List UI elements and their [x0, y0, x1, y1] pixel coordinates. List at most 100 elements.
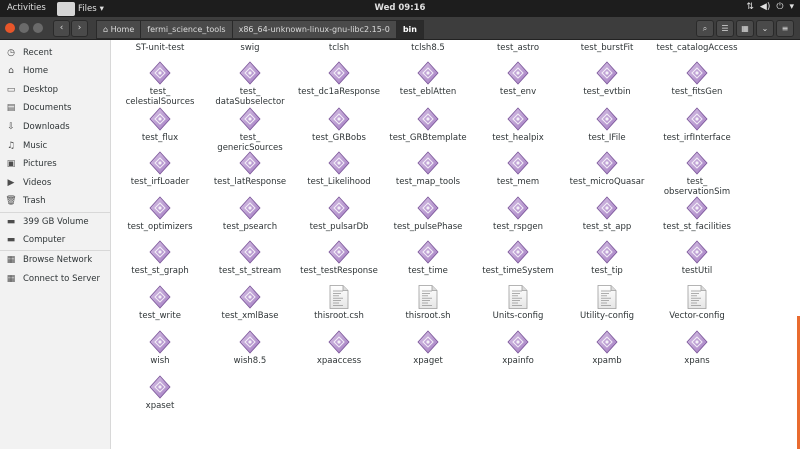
executable-icon — [328, 196, 350, 220]
file-label: test_timeSystem — [482, 266, 554, 276]
executable-icon — [239, 330, 261, 354]
file-icon-wrapper — [149, 375, 171, 399]
file-icon-wrapper — [507, 330, 529, 354]
breadcrumb-fermi-science-tools[interactable]: fermi_science_tools — [140, 20, 233, 39]
executable-icon — [507, 107, 529, 131]
file-icon-wrapper — [417, 61, 439, 85]
file-icon-wrapper — [686, 151, 708, 175]
documents-icon: ▤ — [6, 103, 16, 113]
file-icon-wrapper — [686, 330, 708, 354]
breadcrumb-home[interactable]: ⌂ Home — [96, 20, 142, 39]
sidebar-item-connect-to-server[interactable]: ▦ Connect to Server — [0, 270, 110, 288]
file-label: test_Likelihood — [307, 177, 371, 187]
file-label: wish — [150, 356, 170, 366]
file-icon-wrapper — [417, 107, 439, 131]
drive-icon: ▬ — [6, 217, 16, 227]
file-icon-wrapper — [686, 61, 708, 85]
file-label: test_env — [499, 87, 537, 97]
list-view-button[interactable]: ☰ — [716, 20, 734, 37]
file-icon-wrapper — [507, 151, 529, 175]
breadcrumb-bin[interactable]: bin — [395, 20, 424, 39]
file-icon-wrapper — [686, 285, 708, 309]
file-icon-wrapper — [596, 330, 618, 354]
search-button[interactable]: ⌕ — [696, 20, 714, 37]
sidebar-item-documents[interactable]: ▤ Documents — [0, 99, 110, 117]
sidebar-item-videos[interactable]: ▶ Videos — [0, 174, 110, 192]
executable-icon — [149, 330, 171, 354]
header-bar: ‹ › ⌂ Home fermi_science_tools x86_64-un… — [0, 17, 800, 40]
video-icon: ▶ — [7, 178, 15, 188]
file-label: test_catalogAccess — [656, 43, 738, 53]
executable-icon — [149, 375, 171, 399]
sidebar-item-trash[interactable]: 🗑 Trash — [0, 192, 110, 210]
executable-icon — [686, 240, 708, 264]
breadcrumb-platform[interactable]: x86_64-unknown-linux-gnu-libc2.15-0 — [231, 20, 397, 39]
file-label: test_fitsGen — [671, 87, 723, 97]
maximize-window-button[interactable] — [33, 23, 43, 33]
sidebar-item-desktop[interactable]: ▭ Desktop — [0, 81, 110, 99]
file-label: xpans — [684, 356, 710, 366]
file-label: Units-config — [492, 311, 544, 321]
file-icon-wrapper — [686, 240, 708, 264]
file-icon-wrapper — [596, 61, 618, 85]
file-label: test_ celestialSources — [125, 87, 195, 107]
chevron-down-icon: ▾ — [789, 2, 794, 12]
executable-icon — [686, 61, 708, 85]
file-icon-wrapper — [239, 240, 261, 264]
back-button[interactable]: ‹ — [53, 20, 70, 37]
executable-icon — [239, 151, 261, 175]
script-file-icon — [687, 285, 707, 309]
sidebar-item-downloads[interactable]: ⇩ Downloads — [0, 118, 110, 136]
grid-view-button[interactable]: ▦ — [736, 20, 754, 37]
script-file-icon — [597, 285, 617, 309]
home-icon: ⌂ — [8, 66, 14, 76]
executable-icon — [417, 330, 439, 354]
file-label: ST-unit-test — [135, 43, 185, 53]
script-file-icon — [329, 285, 349, 309]
file-label: test_GRBtemplate — [389, 133, 467, 143]
file-label: test_ genericSources — [217, 133, 283, 153]
forward-button[interactable]: › — [71, 20, 88, 37]
file-label: test_xmlBase — [221, 311, 279, 321]
executable-icon — [596, 240, 618, 264]
close-window-button[interactable] — [5, 23, 15, 33]
minimize-window-button[interactable] — [19, 23, 29, 33]
sidebar-item-recent[interactable]: ◷ Recent — [0, 44, 110, 62]
file-label: test_pulsarDb — [309, 222, 369, 232]
sidebar-item-home[interactable]: ⌂ Home — [0, 62, 110, 80]
menu-button[interactable]: ≡ — [776, 20, 794, 37]
sidebar-item-browse-network[interactable]: ▦ Browse Network — [0, 251, 110, 269]
file-label: test_GRBobs — [312, 133, 366, 143]
file-label: test_testResponse — [300, 266, 378, 276]
file-label: test_st_graph — [131, 266, 189, 276]
file-icon-wrapper — [149, 151, 171, 175]
file-label: test_map_tools — [395, 177, 461, 187]
executable-icon — [417, 196, 439, 220]
sidebar-item-computer[interactable]: ▬ Computer — [0, 231, 110, 249]
file-label: test_st_facilities — [663, 222, 731, 232]
file-label: test_evtbin — [583, 87, 631, 97]
file-icon-wrapper — [239, 285, 261, 309]
sidebar-item-music[interactable]: ♫ Music — [0, 137, 110, 155]
file-icon-wrapper — [507, 196, 529, 220]
file-label: test_flux — [141, 133, 179, 143]
executable-icon — [328, 330, 350, 354]
file-label: thisroot.csh — [314, 311, 364, 321]
executable-icon — [149, 151, 171, 175]
executable-icon — [328, 240, 350, 264]
clock-icon: ◷ — [7, 48, 15, 58]
file-label: test_mem — [496, 177, 540, 187]
executable-icon — [149, 107, 171, 131]
sidebar-item-pictures[interactable]: ▣ Pictures — [0, 155, 110, 173]
chevron-down-icon: ⌄ — [761, 24, 769, 33]
breadcrumb: ⌂ Home fermi_science_tools x86_64-unknow… — [96, 20, 424, 39]
system-tray[interactable]: ⇅ ◀) ⏻ ▾ — [746, 2, 794, 12]
file-label: test_ dataSubselector — [215, 87, 285, 107]
clock[interactable]: Wed 09:16 — [0, 3, 800, 13]
file-label: wish8.5 — [233, 356, 267, 366]
view-options-button[interactable]: ⌄ — [756, 20, 774, 37]
file-icon-wrapper — [507, 240, 529, 264]
sidebar-item-volume[interactable]: ▬ 399 GB Volume — [0, 213, 110, 231]
executable-icon — [149, 240, 171, 264]
file-label: test_healpix — [492, 133, 544, 143]
